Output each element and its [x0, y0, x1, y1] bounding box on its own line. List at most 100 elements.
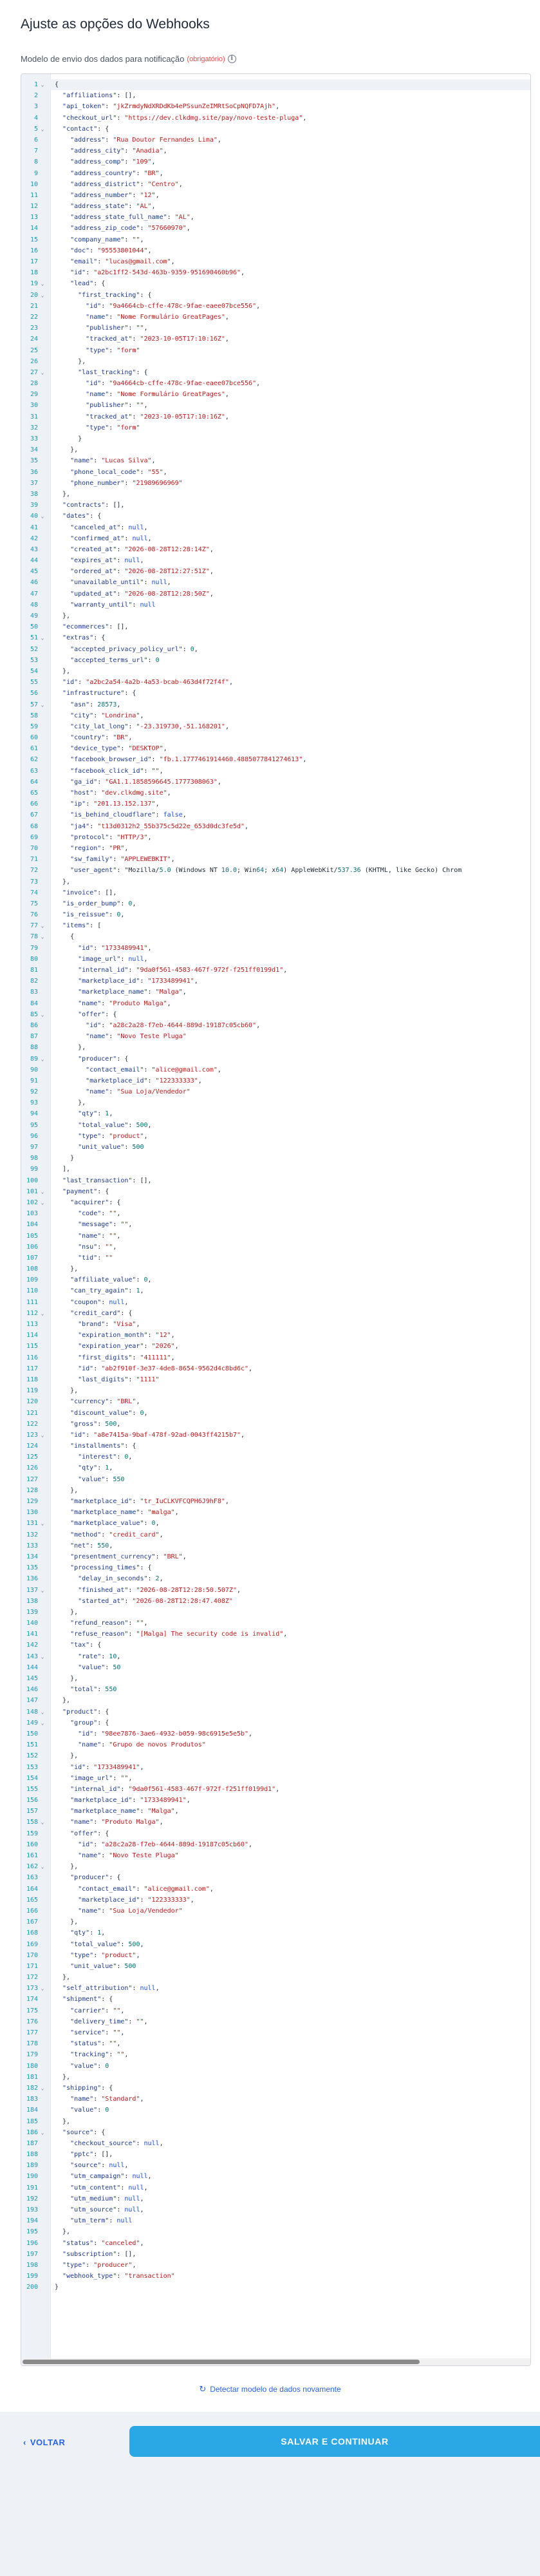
code-line[interactable]: 109 "affiliate_value": 0, [21, 1274, 530, 1285]
code-lines[interactable]: 1 ⌄{2 "affiliations": [], 3 "api_token": "… [21, 79, 530, 2293]
code-line[interactable]: 197 "subscription": [], [21, 2249, 530, 2260]
code-line[interactable]: 136 "delay_in_seconds": 2, [21, 1573, 530, 1584]
fold-toggle-icon[interactable]: ⌄ [38, 699, 47, 710]
code-line[interactable]: 181 }, [21, 2072, 530, 2083]
code-line[interactable]: 179 "tracking": "", [21, 2049, 530, 2060]
fold-toggle-icon[interactable]: ⌄ [38, 931, 47, 942]
code-line[interactable]: 174 "shipment": { [21, 1994, 530, 2005]
code-line[interactable]: 154 "image_url": "", [21, 1773, 530, 1784]
fold-toggle-icon[interactable]: ⌄ [38, 1186, 47, 1197]
code-line[interactable]: 91 "marketplace_id": "122333333", [21, 1075, 530, 1086]
code-line[interactable]: 101 ⌄ "payment": { [21, 1186, 530, 1197]
code-line[interactable]: 169 "total_value": 500, [21, 1939, 530, 1950]
code-line[interactable]: 90 "contact_email": "alice@gmail.com", [21, 1065, 530, 1075]
code-line[interactable]: 189 "source": null, [21, 2160, 530, 2171]
code-line[interactable]: 114 "expiration_month": "12", [21, 1330, 530, 1341]
code-line[interactable]: 9 "address_country": "BR", [21, 168, 530, 179]
fold-toggle-icon[interactable]: ⌄ [38, 1009, 47, 1020]
code-line[interactable]: 72 "user_agent": "Mozilla/5.0 (Windows N… [21, 865, 530, 876]
code-line[interactable]: 81 "internal_id": "9da0f561-4583-467f-97… [21, 965, 530, 976]
code-line[interactable]: 199 "webhook_type": "transaction" [21, 2271, 530, 2282]
code-line[interactable]: 2 "affiliations": [], [21, 90, 530, 101]
code-line[interactable]: 89 ⌄ "producer": { [21, 1054, 530, 1065]
code-line[interactable]: 83 "marketplace_name": "Malga", [21, 987, 530, 998]
code-line[interactable]: 187 "checkout_source": null, [21, 2138, 530, 2149]
code-line[interactable]: 107 "tid": "" [21, 1253, 530, 1264]
code-line[interactable]: 15 "company_name": "", [21, 234, 530, 245]
code-line[interactable]: 157 "marketplace_name": "Malga", [21, 1806, 530, 1817]
fold-toggle-icon[interactable]: ⌄ [38, 1707, 47, 1718]
code-line[interactable]: 22 "name": "Nome Formulário GreatPages", [21, 312, 530, 323]
code-line[interactable]: 16 "doc": "95553801044", [21, 245, 530, 256]
code-line[interactable]: 87 "name": "Novo Teste Pluga" [21, 1031, 530, 1042]
fold-toggle-icon[interactable]: ⌄ [38, 1718, 47, 1728]
fold-toggle-icon[interactable]: ⌄ [38, 920, 47, 931]
code-line[interactable]: 34 }, [21, 444, 530, 455]
code-line[interactable]: 23 "publisher": "", [21, 323, 530, 334]
code-line[interactable]: 47 "updated_at": "2026-08-28T12:28:50Z", [21, 589, 530, 600]
code-line[interactable]: 75 "is_order_bump": 0, [21, 898, 530, 909]
fold-toggle-icon[interactable]: ⌄ [38, 1651, 47, 1662]
code-line[interactable]: 51 ⌄ "extras": { [21, 632, 530, 643]
code-line[interactable]: 124 "installments": { [21, 1441, 530, 1452]
code-line[interactable]: 149 ⌄ "group": { [21, 1718, 530, 1728]
fold-toggle-icon[interactable]: ⌄ [38, 1983, 47, 1994]
code-line[interactable]: 121 "discount_value": 0, [21, 1408, 530, 1419]
code-line[interactable]: 77 ⌄ "items": [ [21, 920, 530, 931]
code-line[interactable]: 152 }, [21, 1750, 530, 1761]
code-line[interactable]: 127 "value": 550 [21, 1474, 530, 1485]
code-line[interactable]: 171 "unit_value": 500 [21, 1961, 530, 1972]
code-line[interactable]: 73 }, [21, 876, 530, 887]
code-line[interactable]: 165 "marketplace_id": "122333333", [21, 1895, 530, 1906]
code-line[interactable]: 122 "gross": 500, [21, 1419, 530, 1430]
code-line[interactable]: 170 "type": "product", [21, 1950, 530, 1961]
code-line[interactable]: 42 "confirmed_at": null, [21, 533, 530, 544]
code-line[interactable]: 68 "ja4": "t13d0312h2_55b375c5d22e_653d0… [21, 821, 530, 832]
code-line[interactable]: 7 "address_city": "Anadia", [21, 146, 530, 156]
code-line[interactable]: 64 "ga_id": "GA1.1.1858596645.1777308063… [21, 777, 530, 788]
code-line[interactable]: 116 "first_digits": "411111", [21, 1352, 530, 1363]
code-line[interactable]: 66 "ip": "201.13.152.137", [21, 799, 530, 810]
code-line[interactable]: 178 "status": "", [21, 2038, 530, 2049]
code-line[interactable]: 100 "last_transaction": [], [21, 1175, 530, 1186]
code-line[interactable]: 131 ⌄ "marketplace_value": 0, [21, 1518, 530, 1529]
code-line[interactable]: 134 "presentment_currency": "BRL", [21, 1551, 530, 1562]
fold-toggle-icon[interactable]: ⌄ [38, 2083, 47, 2094]
fold-toggle-icon[interactable]: ⌄ [38, 1585, 47, 1596]
code-line[interactable]: 148 ⌄ "product": { [21, 1707, 530, 1718]
back-button[interactable]: ‹ VOLTAR [23, 2438, 65, 2447]
code-line[interactable]: 43 "created_at": "2026-08-28T12:28:14Z", [21, 544, 530, 555]
fold-toggle-icon[interactable]: ⌄ [38, 1308, 47, 1319]
code-line[interactable]: 191 "utm_content": null, [21, 2183, 530, 2193]
fold-toggle-icon[interactable]: ⌄ [38, 1817, 47, 1828]
code-line[interactable]: 11 "address_number": "12", [21, 190, 530, 201]
code-line[interactable]: 44 "expires_at": null, [21, 555, 530, 566]
code-line[interactable]: 166 "name": "Sua Loja/Vendedor" [21, 1906, 530, 1917]
detect-model-link[interactable]: ↻ Detectar modelo de dados novamente [0, 2384, 540, 2394]
code-line[interactable]: 177 "service": "", [21, 2027, 530, 2038]
code-line[interactable]: 147 }, [21, 1695, 530, 1706]
code-line[interactable]: 56 "infrastructure": { [21, 688, 530, 699]
json-code-editor[interactable]: 1 ⌄{2 "affiliations": [], 3 "api_token": "… [21, 73, 531, 2366]
code-line[interactable]: 88 }, [21, 1042, 530, 1053]
code-line[interactable]: 52 "accepted_privacy_policy_url": 0, [21, 644, 530, 655]
code-line[interactable]: 112 ⌄ "credit_card": { [21, 1308, 530, 1319]
code-line[interactable]: 160 "id": "a28c2a28-f7eb-4644-889d-19187… [21, 1839, 530, 1850]
code-line[interactable]: 71 "sw_family": "APPLEWEBKIT", [21, 854, 530, 865]
code-line[interactable]: 117 "id": "ab2f910f-3e37-4de8-8654-9562d… [21, 1363, 530, 1374]
code-line[interactable]: 58 "city": "Londrina", [21, 710, 530, 721]
code-line[interactable]: 185 }, [21, 2116, 530, 2127]
code-line[interactable]: 14 "address_zip_code": "57660970", [21, 223, 530, 234]
code-line[interactable]: 128 }, [21, 1485, 530, 1496]
scrollbar-thumb[interactable] [23, 2360, 420, 2364]
code-line[interactable]: 31 "tracked_at": "2023-10-05T17:10:16Z", [21, 412, 530, 422]
code-line[interactable]: 129 "marketplace_id": "tr_IuCLKVFCQPH6J9… [21, 1496, 530, 1507]
code-line[interactable]: 111 "coupon": null, [21, 1297, 530, 1308]
code-line[interactable]: 176 "delivery_time": "", [21, 2016, 530, 2027]
code-line[interactable]: 182 ⌄ "shipping": { [21, 2083, 530, 2094]
code-line[interactable]: 79 "id": "1733489941", [21, 943, 530, 954]
code-line[interactable]: 158 ⌄ "name": "Produto Malga", [21, 1817, 530, 1828]
code-line[interactable]: 98 } [21, 1153, 530, 1164]
fold-toggle-icon[interactable]: ⌄ [38, 2127, 47, 2138]
code-line[interactable]: 133 "net": 550, [21, 1540, 530, 1551]
